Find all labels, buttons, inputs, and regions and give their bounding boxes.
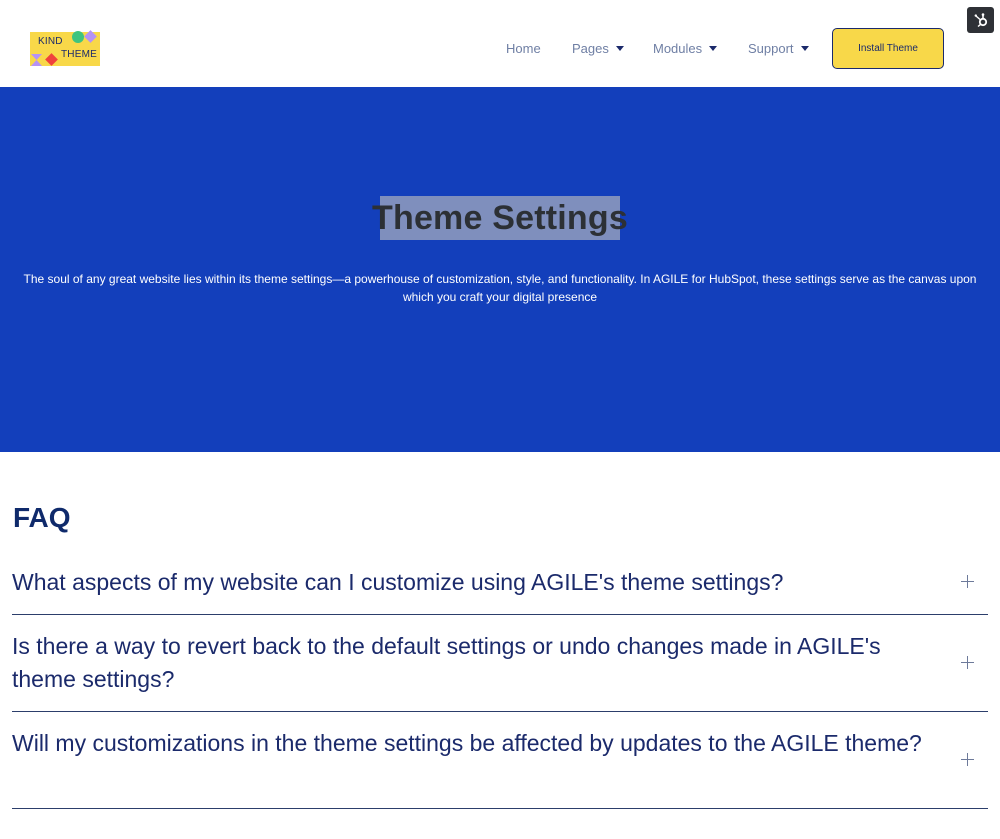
faq-question: Will my customizations in the theme sett…: [12, 730, 922, 756]
kind-theme-logo[interactable]: KIND THEME: [30, 30, 102, 68]
nav-pages[interactable]: Pages: [572, 38, 624, 58]
logo-hourglass-icon: [31, 54, 42, 66]
logo-text-theme: THEME: [61, 49, 97, 60]
hero-title-highlight: Theme Settings: [372, 196, 628, 240]
plus-icon[interactable]: [961, 753, 974, 766]
logo-green-circle-icon: [72, 31, 84, 43]
logo-text-kind: KIND: [38, 36, 63, 47]
faq-question: What aspects of my website can I customi…: [12, 569, 784, 595]
faq-item[interactable]: Is there a way to revert back to the def…: [12, 615, 988, 712]
install-theme-label: Install Theme: [858, 43, 918, 54]
plus-icon[interactable]: [961, 656, 974, 669]
nav-home-label: Home: [506, 40, 541, 56]
caret-down-icon: [709, 45, 718, 51]
page-title: Theme Settings: [372, 198, 628, 237]
faq-item[interactable]: Will my customizations in the theme sett…: [12, 712, 988, 809]
faq-item[interactable]: What aspects of my website can I customi…: [12, 563, 988, 615]
nav-pages-label: Pages: [572, 40, 609, 56]
hubspot-sprocket-icon[interactable]: [967, 7, 994, 33]
install-theme-button[interactable]: Install Theme: [832, 28, 944, 69]
nav-support-label: Support: [748, 40, 794, 56]
faq-heading: FAQ: [13, 502, 71, 533]
hero-section: Theme Settings The soul of any great web…: [0, 87, 1000, 452]
site-header: KIND THEME Home Pages Modules Support In…: [0, 0, 1000, 87]
nav-modules[interactable]: Modules: [653, 38, 718, 58]
faq-question: Is there a way to revert back to the def…: [12, 633, 881, 692]
caret-down-icon: [615, 45, 624, 51]
plus-icon[interactable]: [961, 575, 974, 588]
nav-home[interactable]: Home: [506, 38, 541, 58]
hubspot-logo-icon: [974, 13, 987, 28]
nav-support[interactable]: Support: [748, 38, 809, 58]
caret-down-icon: [800, 45, 809, 51]
nav-modules-label: Modules: [653, 40, 703, 56]
hero-description: The soul of any great website lies withi…: [23, 272, 977, 304]
